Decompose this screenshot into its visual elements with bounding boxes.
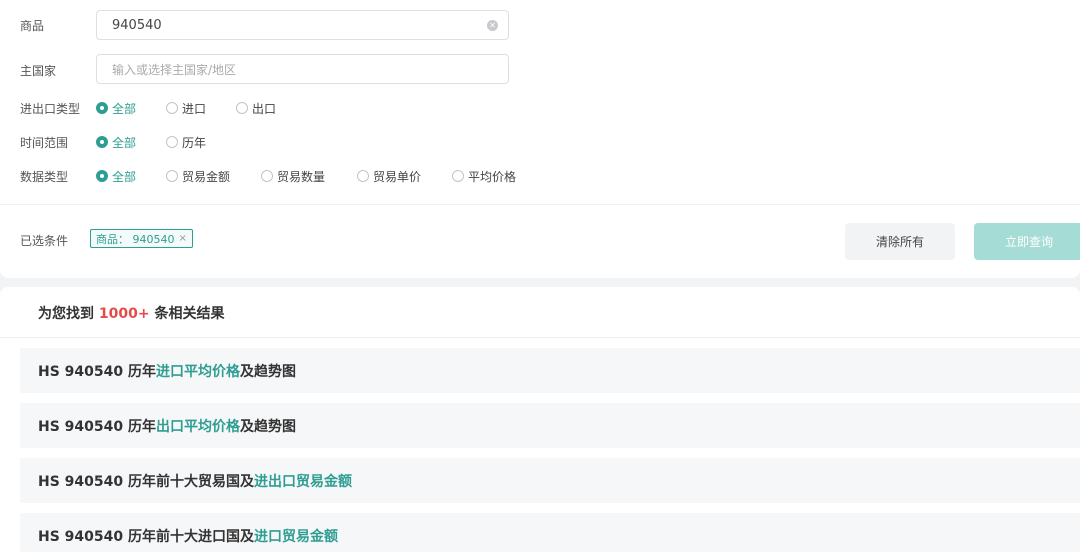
radio-label: 出口 [252, 101, 277, 116]
radio-label: 全部 [112, 169, 137, 184]
result-text: HS 940540 历年 [38, 363, 156, 380]
country-label: 主国家 [20, 64, 57, 78]
selected-condition-tag: 商品： 940540 × [90, 229, 193, 248]
trade-type-option-export[interactable]: 出口 [236, 98, 276, 118]
result-item[interactable]: HS 940540 历年前十大进口国及 进口贸易金额 [20, 513, 1080, 552]
radio-unchecked-icon [166, 102, 178, 114]
data-type-radio-group: 全部 贸易金额 贸易数量 贸易单价 平均价格 [0, 166, 1080, 186]
radio-label: 全部 [112, 135, 137, 150]
data-type-option-unit-price[interactable]: 贸易单价 [357, 166, 421, 186]
radio-unchecked-icon [261, 170, 273, 182]
clear-all-button[interactable]: 清除所有 [845, 223, 955, 260]
product-label: 商品 [20, 19, 45, 33]
filter-panel: 商品 940540 ✕ 主国家 输入或选择主国家/地区 进出口类型 全部 进口 … [0, 0, 1080, 278]
results-panel: 为您找到 1000+ 条相关结果 HS 940540 历年 进口平均价格 及趋势图 … [0, 287, 1080, 552]
trade-type-radio-group: 全部 进口 出口 [0, 98, 1080, 118]
radio-label: 贸易数量 [277, 169, 326, 184]
radio-label: 进口 [182, 101, 207, 116]
result-item[interactable]: HS 940540 历年 进口平均价格 及趋势图 [20, 348, 1080, 393]
result-highlight: 进口贸易金额 [254, 528, 338, 545]
data-type-option-average-price[interactable]: 平均价格 [452, 166, 516, 186]
result-item[interactable]: HS 940540 历年前十大贸易国及 进出口贸易金额 [20, 458, 1080, 503]
time-range-option-yearly[interactable]: 历年 [166, 132, 206, 152]
product-input-value: 940540 [112, 17, 162, 33]
data-type-option-amount[interactable]: 贸易金额 [166, 166, 230, 186]
radio-unchecked-icon [166, 170, 178, 182]
data-type-option-all[interactable]: 全部 [96, 166, 136, 186]
time-range-radio-group: 全部 历年 [0, 132, 1080, 152]
result-text: HS 940540 历年 [38, 418, 156, 435]
result-highlight: 出口平均价格 [156, 418, 240, 435]
result-highlight: 进口平均价格 [156, 363, 240, 380]
result-text: 及趋势图 [240, 363, 296, 380]
product-input[interactable]: 940540 ✕ [96, 10, 509, 40]
radio-label: 贸易单价 [373, 169, 422, 184]
result-text: 及趋势图 [240, 418, 296, 435]
result-text: HS 940540 历年前十大进口国及 [38, 528, 254, 545]
trade-type-option-all[interactable]: 全部 [96, 98, 136, 118]
country-input[interactable]: 输入或选择主国家/地区 [96, 54, 509, 84]
radio-checked-icon [96, 136, 108, 148]
result-highlight: 进出口贸易金额 [254, 473, 352, 490]
radio-label: 全部 [112, 101, 137, 116]
results-count: 1000+ [98, 306, 150, 322]
radio-label: 历年 [182, 135, 207, 150]
tag-close-icon[interactable]: × [179, 233, 187, 244]
radio-checked-icon [96, 170, 108, 182]
result-text: HS 940540 历年前十大贸易国及 [38, 473, 254, 490]
radio-unchecked-icon [357, 170, 369, 182]
results-suffix: 条相关结果 [149, 306, 225, 322]
radio-unchecked-icon [166, 136, 178, 148]
results-divider [0, 337, 1080, 338]
radio-unchecked-icon [452, 170, 464, 182]
radio-label: 贸易金额 [182, 169, 231, 184]
country-input-placeholder: 输入或选择主国家/地区 [112, 62, 237, 77]
results-prefix: 为您找到 [38, 306, 99, 322]
results-summary: 为您找到 1000+ 条相关结果 [38, 303, 224, 323]
filter-divider [0, 204, 1080, 205]
result-item[interactable]: HS 940540 历年 出口平均价格 及趋势图 [20, 403, 1080, 448]
time-range-option-all[interactable]: 全部 [96, 132, 136, 152]
tag-text: 商品： 940540 [96, 232, 175, 246]
radio-unchecked-icon [236, 102, 248, 114]
selected-conditions-label: 已选条件 [20, 234, 69, 248]
radio-label: 平均价格 [468, 169, 517, 184]
data-type-option-quantity[interactable]: 贸易数量 [261, 166, 325, 186]
trade-type-option-import[interactable]: 进口 [166, 98, 206, 118]
clear-input-icon[interactable]: ✕ [487, 20, 498, 31]
query-button[interactable]: 立即查询 [974, 223, 1080, 260]
radio-checked-icon [96, 102, 108, 114]
